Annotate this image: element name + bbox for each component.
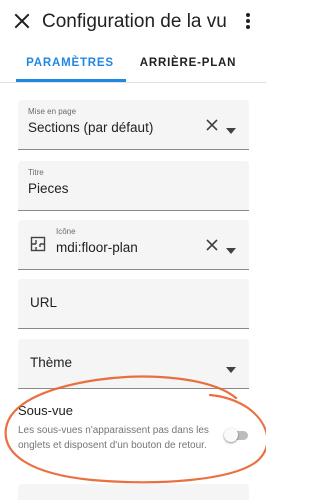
top-app-bar: Configuration de la vu <box>0 0 266 44</box>
title-field[interactable]: Titre Pieces <box>18 161 249 211</box>
tab-parametres[interactable]: PARAMÈTRES <box>0 44 140 82</box>
close-button[interactable] <box>10 9 34 33</box>
layout-dropdown-arrow[interactable] <box>226 121 236 134</box>
layout-select[interactable]: Mise en page Sections (par défaut) <box>18 100 249 150</box>
next-field-partial <box>18 484 249 500</box>
caret-down-icon <box>226 128 236 134</box>
tab-bar: PARAMÈTRES ARRIÈRE-PLAN <box>0 44 266 82</box>
icon-picker[interactable]: Icône mdi:floor-plan <box>18 220 249 270</box>
theme-select-placeholder: Thème <box>30 355 73 370</box>
caret-down-icon <box>226 248 236 254</box>
clear-icon-button[interactable] <box>205 238 219 252</box>
icon-picker-label: Icône <box>56 227 76 236</box>
subview-description: Les sous-vues n'apparaissent pas dans le… <box>18 425 209 451</box>
title-field-label: Titre <box>28 168 44 177</box>
title-field-value: Pieces <box>28 181 69 196</box>
close-icon <box>14 13 30 29</box>
icon-picker-value: mdi:floor-plan <box>56 240 138 255</box>
close-icon <box>206 239 218 251</box>
view-config-dialog: Configuration de la vu PARAMÈTRES ARRIÈR… <box>0 0 266 500</box>
clear-layout-button[interactable] <box>205 118 219 132</box>
layout-select-value: Sections (par défaut) <box>28 120 154 135</box>
subview-title: Sous-vue <box>18 403 73 418</box>
toggle-thumb <box>224 428 238 442</box>
subview-toggle[interactable] <box>224 428 250 442</box>
theme-select[interactable]: Thème <box>18 339 249 389</box>
close-icon <box>206 119 218 131</box>
floor-plan-icon <box>30 236 46 252</box>
url-field-placeholder: URL <box>30 295 58 310</box>
tabs-divider <box>0 82 266 83</box>
more-options-button[interactable] <box>238 9 258 33</box>
page-title: Configuration de la vu <box>42 11 227 32</box>
icon-dropdown-arrow[interactable] <box>226 241 236 254</box>
caret-down-icon <box>226 367 236 373</box>
url-field[interactable]: URL <box>18 279 249 329</box>
theme-dropdown-arrow[interactable] <box>226 360 236 373</box>
tab-arriere-plan[interactable]: ARRIÈRE-PLAN <box>134 44 242 82</box>
layout-select-label: Mise en page <box>28 107 77 116</box>
more-vertical-icon <box>246 13 250 29</box>
